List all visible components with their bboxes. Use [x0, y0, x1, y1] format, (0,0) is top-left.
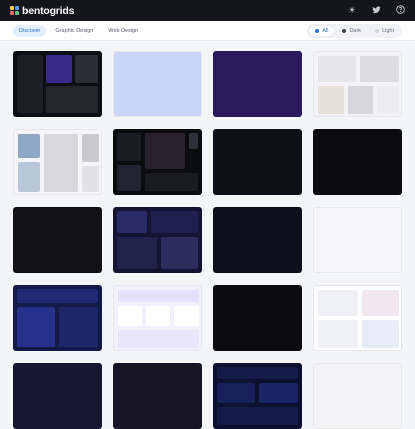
card-preview-tile — [318, 320, 358, 348]
bento-card-phone-camera-showcase[interactable] — [13, 129, 102, 195]
card-preview-tile — [145, 133, 185, 169]
top-bar: bentogrids ☀ — [0, 0, 415, 21]
card-preview-tile — [217, 367, 298, 379]
bento-card-blank-dark-indigo[interactable] — [13, 363, 102, 429]
bento-card-app-showcase-mixed[interactable] — [13, 51, 102, 117]
card-preview-tile — [46, 86, 98, 113]
bento-card-blank-dark-indigo[interactable] — [113, 363, 202, 429]
theme-all-button[interactable]: All — [309, 25, 335, 36]
theme-dot-icon — [375, 28, 380, 33]
card-preview-tile — [348, 86, 373, 114]
bento-gallery-grid — [13, 51, 402, 429]
bento-card-blank-light[interactable] — [313, 363, 402, 429]
card-preview-tile — [75, 55, 98, 83]
theme-light-button[interactable]: Light — [369, 26, 400, 36]
card-preview-tile — [318, 86, 344, 114]
card-preview-tile — [17, 289, 98, 303]
bento-card-blank-dark[interactable] — [213, 129, 302, 195]
logo-mark-icon — [10, 6, 19, 15]
bento-card-watch-showcase[interactable] — [313, 51, 402, 117]
bento-card-blank-black[interactable] — [313, 129, 402, 195]
card-preview-tile — [59, 307, 98, 347]
card-preview-tile — [17, 55, 43, 113]
bento-card-headset-feature-grid[interactable] — [113, 129, 202, 195]
tab-graphic-design[interactable]: Graphic Design — [49, 25, 99, 37]
card-preview-tile — [117, 237, 157, 269]
card-preview-tile — [117, 133, 141, 161]
card-preview-tile — [189, 133, 198, 149]
tab-discover[interactable]: Discover — [13, 24, 47, 37]
header-icons: ☀ — [347, 5, 405, 16]
bento-card-blank-navy[interactable] — [213, 207, 302, 273]
card-preview-tile — [174, 306, 199, 326]
theme-dot-icon — [342, 28, 347, 33]
card-preview-tile — [151, 211, 198, 233]
card-preview-tile — [46, 55, 72, 83]
bento-card-security-feature-grid[interactable] — [213, 363, 302, 429]
bento-card-blue-dashboard[interactable] — [13, 285, 102, 351]
twitter-icon[interactable] — [371, 5, 381, 16]
card-preview-tile — [145, 173, 198, 191]
card-preview-tile — [360, 56, 399, 82]
card-preview-tile — [362, 290, 399, 316]
card-preview-tile — [259, 383, 298, 403]
card-preview-tile — [82, 134, 99, 162]
theme-filter: All Dark Light — [307, 23, 402, 38]
bento-card-blank-black[interactable] — [213, 285, 302, 351]
card-preview-tile — [117, 165, 141, 191]
card-preview-tile — [17, 307, 55, 347]
category-tabs: Discover Graphic Design Web Design — [13, 24, 144, 37]
card-preview-tile — [146, 306, 170, 326]
card-preview-tile — [118, 290, 199, 302]
card-preview-tile — [18, 162, 40, 192]
card-preview-tile — [118, 306, 142, 326]
card-preview-tile — [377, 86, 399, 114]
bento-card-blank-dark[interactable] — [13, 207, 102, 273]
bento-card-workflow-grid[interactable] — [113, 285, 202, 351]
filter-bar: Discover Graphic Design Web Design All D… — [0, 21, 415, 41]
card-preview-tile — [118, 330, 199, 348]
card-preview-tile — [362, 320, 399, 348]
card-preview-tile — [82, 166, 99, 192]
theme-dark-button[interactable]: Dark — [336, 26, 367, 36]
card-preview-tile — [18, 134, 40, 158]
card-preview-tile — [318, 56, 356, 82]
card-preview-tile — [44, 134, 78, 192]
bento-card-ai-dashboard-grid[interactable] — [113, 207, 202, 273]
bento-card-blank-white[interactable] — [313, 207, 402, 273]
bento-card-laptop-product-grid[interactable] — [313, 285, 402, 351]
sun-icon[interactable]: ☀ — [347, 6, 357, 15]
card-preview-tile — [161, 237, 198, 269]
bento-card-blank-deep-purple[interactable] — [213, 51, 302, 117]
help-icon[interactable] — [395, 5, 405, 16]
logo[interactable]: bentogrids — [10, 5, 74, 17]
logo-text: bentogrids — [22, 4, 75, 17]
card-preview-tile — [117, 211, 147, 233]
theme-dot-icon — [315, 28, 320, 33]
card-preview-tile — [217, 383, 255, 403]
tab-web-design[interactable]: Web Design — [102, 25, 144, 37]
bento-card-blank-pastel-blue[interactable] — [113, 51, 202, 117]
card-preview-tile — [318, 290, 358, 316]
card-preview-tile — [217, 407, 298, 425]
